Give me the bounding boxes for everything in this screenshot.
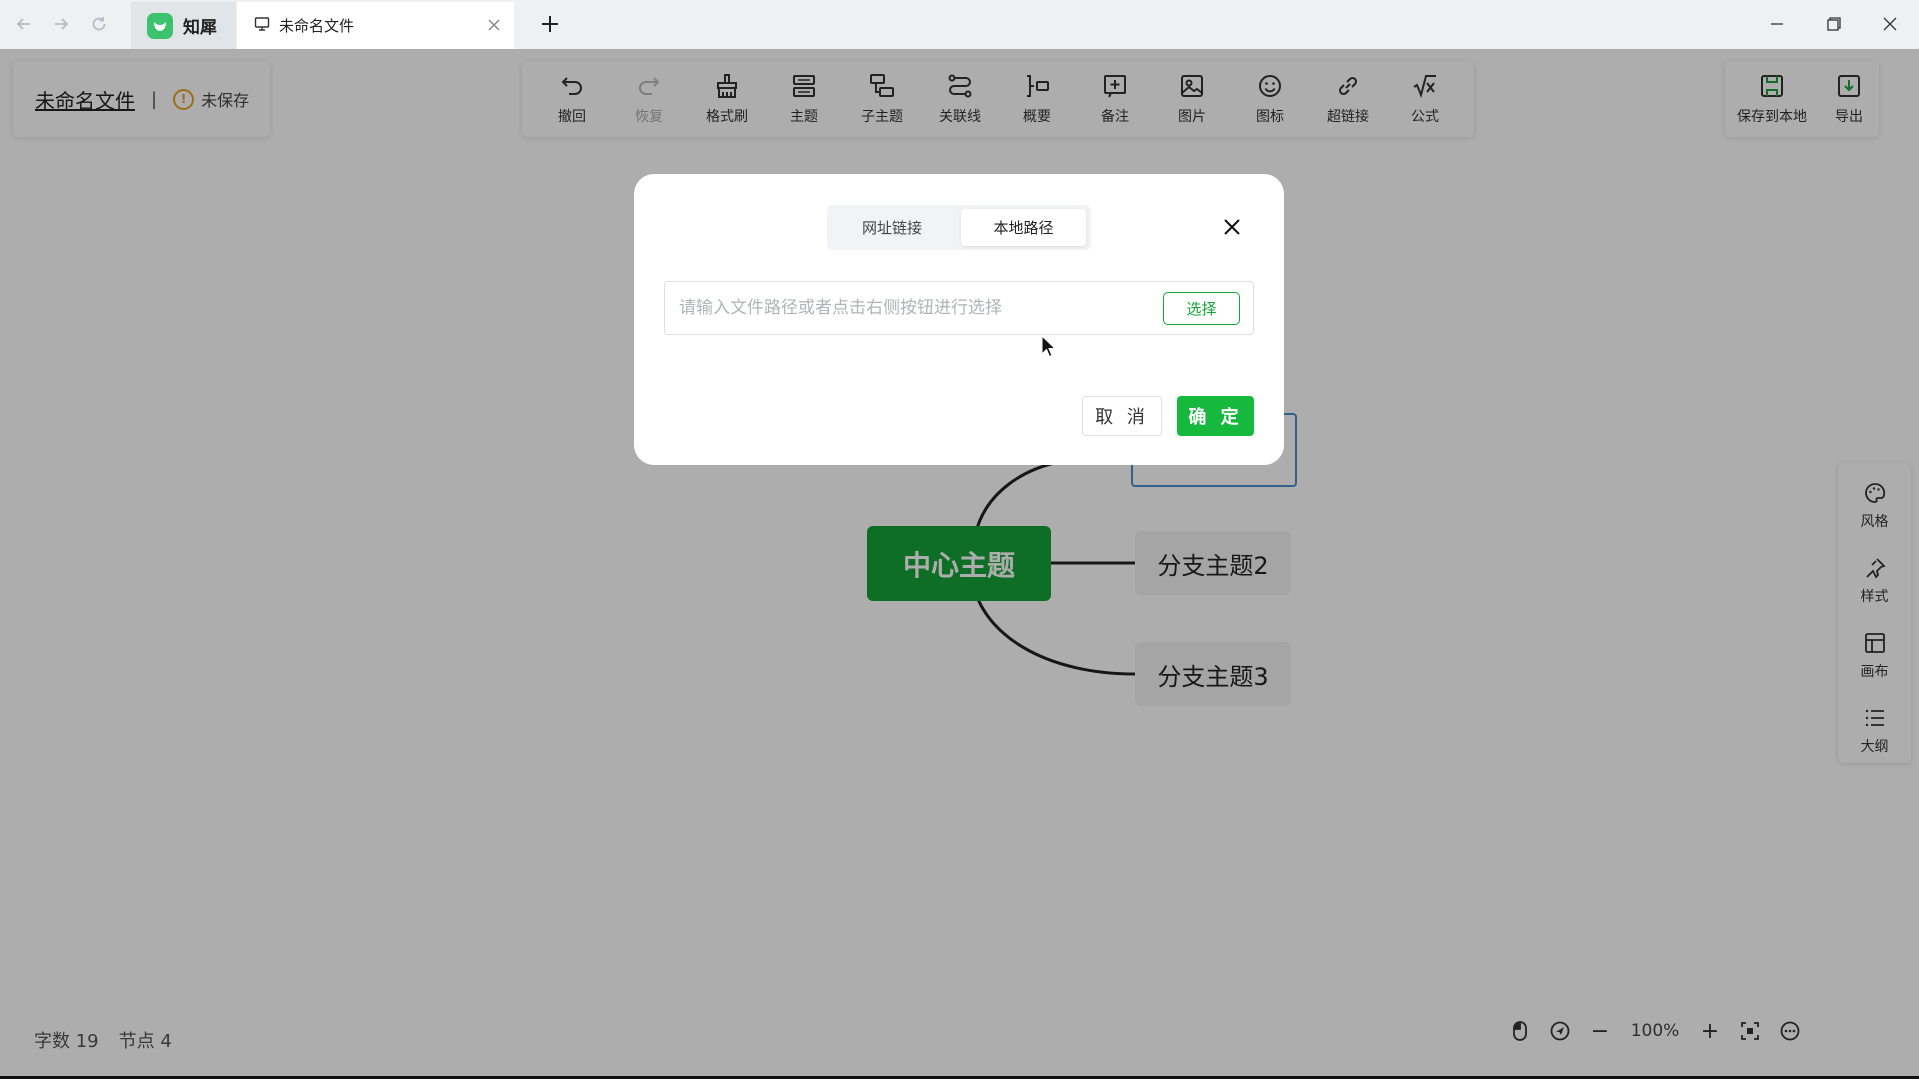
- browser-tab-bar: 知犀 未命名文件: [0, 0, 1919, 49]
- refresh-icon[interactable]: [87, 12, 111, 36]
- link-type-switch: 网址链接 本地路径: [827, 205, 1091, 250]
- hyperlink-dialog: 网址链接 本地路径 选择 取 消 确 定: [634, 174, 1284, 465]
- tab-url-link[interactable]: 网址链接: [831, 209, 953, 246]
- tab-local-path[interactable]: 本地路径: [961, 209, 1086, 246]
- back-arrow-icon[interactable]: [12, 12, 36, 36]
- restore-icon[interactable]: [1820, 10, 1848, 38]
- app-tab[interactable]: 知犀: [131, 2, 236, 49]
- close-window-icon[interactable]: [1876, 10, 1904, 38]
- new-tab-plus-icon[interactable]: [536, 10, 564, 38]
- close-tab-icon[interactable]: [484, 15, 504, 35]
- select-file-button[interactable]: 选择: [1163, 292, 1240, 325]
- document-tab-label: 未命名文件: [279, 17, 355, 35]
- mouse-cursor-icon: [1041, 335, 1057, 358]
- confirm-button[interactable]: 确 定: [1177, 396, 1254, 436]
- minimize-icon[interactable]: [1763, 10, 1791, 38]
- file-path-input[interactable]: [679, 292, 1149, 324]
- forward-arrow-icon[interactable]: [49, 12, 73, 36]
- zhixi-logo-icon: [147, 12, 173, 39]
- cancel-button[interactable]: 取 消: [1082, 396, 1162, 436]
- document-tab[interactable]: 未命名文件: [237, 2, 514, 49]
- path-input-container: 选择: [664, 281, 1254, 335]
- close-dialog-icon[interactable]: [1218, 213, 1246, 241]
- app-tab-label: 知犀: [183, 18, 217, 38]
- monitor-icon: [254, 16, 270, 36]
